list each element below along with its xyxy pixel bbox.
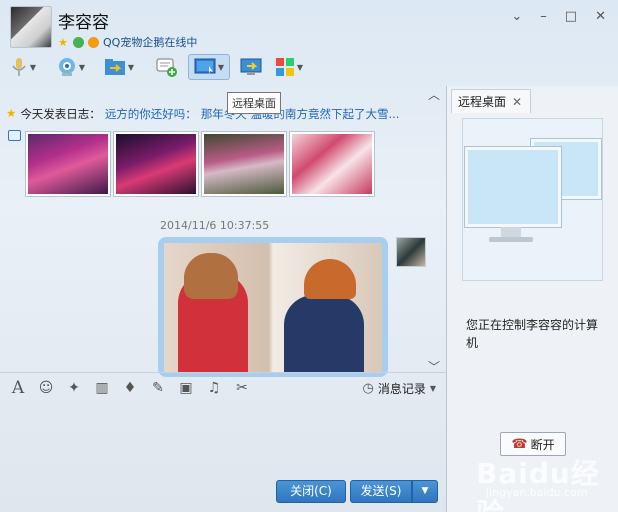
contact-avatar[interactable] (10, 6, 52, 48)
contact-name: 李容容 (58, 13, 109, 33)
message-image[interactable] (164, 243, 382, 373)
monitor-stand (501, 227, 521, 237)
chevron-down-icon[interactable]: ▼ (30, 63, 36, 72)
message-history-button[interactable]: ◷ 消息记录 ▼ (362, 380, 436, 397)
disconnect-label: 断开 (530, 437, 555, 452)
watermark-logo: Baidu经验 (476, 457, 600, 512)
vibrate-icon[interactable]: ▥ (92, 378, 112, 398)
emoji-icon[interactable]: ☺ (36, 378, 56, 398)
hang-up-icon: ☎ (511, 436, 528, 452)
send-button[interactable]: 发送(S) (350, 480, 412, 503)
remote-control-status: 您正在控制李容容的计算机 (466, 318, 599, 350)
photo-thumbnail[interactable] (26, 132, 110, 196)
clock-icon: ◷ (362, 381, 374, 396)
create-discussion-button[interactable] (150, 54, 184, 80)
photo-thumbnail[interactable] (114, 132, 198, 196)
remote-desktop-tooltip: 远程桌面 (227, 92, 281, 114)
webcam-icon (58, 58, 75, 76)
blog-title-link[interactable]: 远方的你还好吗： (105, 106, 197, 122)
tab-remote-desktop[interactable]: 远程桌面 ✕ (451, 89, 531, 113)
voice-call-button[interactable]: ▼ (6, 54, 40, 80)
send-options-dropdown[interactable]: ▼ (412, 480, 438, 503)
edit-icon[interactable]: ✎ (148, 378, 168, 398)
chevron-down-icon[interactable]: ▼ (79, 63, 85, 72)
photo-album-icon (8, 130, 21, 141)
collapse-up-icon[interactable]: ︿ (428, 86, 440, 103)
chat-toolbar: ▼ ▼ ▼ ▼ ▼ (6, 54, 306, 80)
photo-thumbnail[interactable] (290, 132, 374, 196)
add-chat-icon (156, 58, 177, 77)
self-avatar[interactable] (396, 237, 426, 267)
pet-status-text[interactable]: QQ宠物企鹅在线中 (103, 34, 197, 50)
watermark-url: jingyan.baidu.com (486, 486, 588, 499)
apps-button[interactable]: ▼ (272, 54, 306, 80)
maximize-button[interactable]: □ (565, 9, 577, 24)
magic-wand-icon[interactable]: ✦ (64, 378, 84, 398)
microphone-icon (12, 58, 26, 76)
close-chat-button[interactable]: 关闭(C) (276, 480, 346, 503)
penguin-pet-icon (88, 36, 99, 48)
window-controls: ⌄ – □ ✕ (511, 9, 606, 24)
tab-label: 远程桌面 (458, 95, 507, 109)
chevron-down-icon[interactable]: ▼ (297, 63, 303, 72)
blog-prefix: 今天发表日志： (20, 107, 101, 121)
monitor-base (489, 237, 533, 242)
minimize-button[interactable]: – (540, 9, 547, 24)
message-timestamp: 2014/11/6 10:37:55 (160, 219, 270, 232)
voice-message-icon[interactable]: ♦ (120, 378, 140, 398)
remote-desktop-button[interactable]: ▼ (188, 54, 230, 80)
close-window-button[interactable]: ✕ (595, 9, 606, 24)
blog-star-icon: ★ (6, 106, 17, 120)
remote-computers-illustration (462, 118, 603, 281)
apps-grid-icon (275, 58, 294, 76)
screen-share-button[interactable] (234, 54, 268, 80)
chevron-down-icon: ▼ (429, 384, 436, 393)
send-file-button[interactable]: ▼ (102, 54, 136, 80)
screen-share-icon (240, 58, 262, 75)
star-icon: ★ (58, 35, 68, 49)
remote-desktop-icon (194, 58, 216, 74)
video-call-button[interactable]: ▼ (54, 54, 88, 80)
message-history-label: 消息记录 (377, 382, 426, 396)
photo-thumbnail[interactable] (202, 132, 286, 196)
close-tab-icon[interactable]: ✕ (512, 95, 522, 109)
contact-status-row: ★ QQ宠物企鹅在线中 (58, 34, 197, 50)
dropdown-window-button[interactable]: ⌄ (511, 9, 522, 24)
blog-notification: ★ 今天发表日志： 远方的你还好吗： 那年冬天 温暖的南方竟然下起了大雪... (6, 106, 432, 122)
music-icon[interactable]: ♫ (204, 378, 224, 398)
monitor-front-icon (465, 147, 561, 227)
screenshot-scissors-icon[interactable]: ✂ (232, 378, 252, 398)
leaf-icon (73, 36, 84, 48)
input-toolbar: A ☺ ✦ ▥ ♦ ✎ ▣ ♫ ✂ ◷ 消息记录 ▼ (0, 372, 446, 402)
chevron-down-icon[interactable]: ▼ (128, 63, 134, 72)
image-icon[interactable]: ▣ (176, 378, 196, 398)
chevron-down-icon[interactable]: ▼ (218, 63, 224, 72)
font-icon[interactable]: A (8, 378, 28, 398)
folder-transfer-icon (104, 59, 125, 75)
message-input[interactable] (0, 402, 446, 474)
